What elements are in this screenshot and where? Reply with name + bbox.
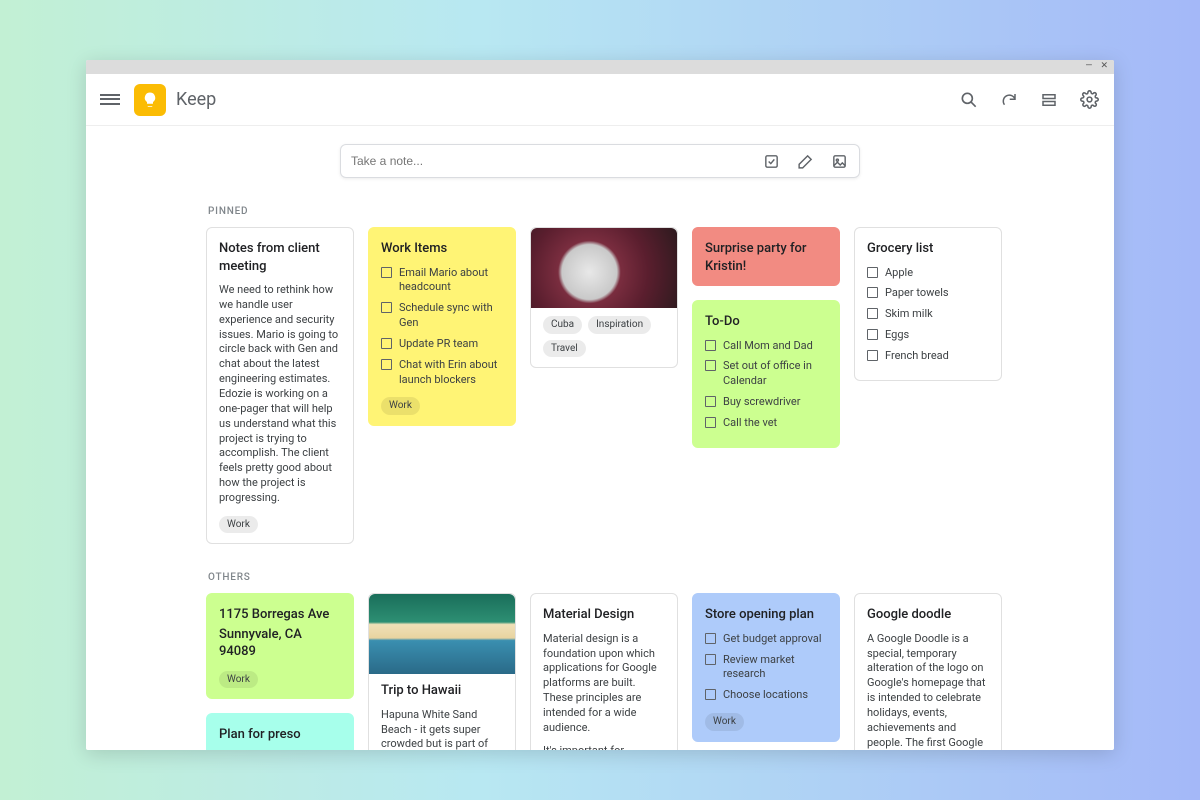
note-title: Trip to Hawaii	[381, 682, 503, 700]
check-item: Call the vet	[723, 416, 777, 431]
note-title: Material Design	[543, 606, 665, 624]
check-item: Email Mario about headcount	[399, 266, 503, 296]
checklist: Apple Paper towels Skim milk Eggs French…	[867, 266, 989, 364]
checklist: Get budget approval Review market resear…	[705, 632, 827, 703]
checkbox-icon[interactable]	[705, 360, 716, 371]
section-pinned-label: PINNED	[208, 206, 994, 217]
note-body: Material design is a foundation upon whi…	[543, 632, 665, 736]
check-item: Paper towels	[885, 286, 949, 301]
new-image-icon[interactable]	[829, 151, 849, 171]
note-grocery[interactable]: Grocery list Apple Paper towels Skim mil…	[854, 227, 1002, 381]
check-item: Review market research	[723, 653, 827, 683]
note-store[interactable]: Store opening plan Get budget approval R…	[692, 593, 840, 741]
search-icon[interactable]	[958, 89, 980, 111]
note-material[interactable]: Material Design Material design is a fou…	[530, 593, 678, 750]
checkbox-icon[interactable]	[381, 267, 392, 278]
note-doodle[interactable]: Google doodle A Google Doodle is a speci…	[854, 593, 1002, 750]
note-body: A Google Doodle is a special, temporary …	[867, 632, 989, 750]
note-surprise[interactable]: Surprise party for Kristin!	[692, 227, 840, 286]
note-car-image[interactable]: Cuba Inspiration Travel	[530, 227, 678, 368]
note-client-meeting[interactable]: Notes from client meeting We need to ret…	[206, 227, 354, 544]
window-minimize-icon[interactable]: —	[1085, 61, 1092, 71]
pinned-grid: Notes from client meeting We need to ret…	[206, 227, 994, 544]
check-item: Choose locations	[723, 688, 808, 703]
checkbox-icon[interactable]	[705, 417, 716, 428]
note-body: Hapuna White Sand Beach - it gets super …	[381, 708, 503, 750]
others-grid: 1175 Borregas Ave Sunnyvale, CA 94089 Wo…	[206, 593, 994, 750]
note-title: Plan for preso	[219, 726, 341, 744]
new-drawing-icon[interactable]	[795, 151, 815, 171]
refresh-icon[interactable]	[998, 89, 1020, 111]
checkbox-icon[interactable]	[867, 267, 878, 278]
checklist: Email Mario about headcount Schedule syn…	[381, 266, 503, 388]
note-title: To-Do	[705, 313, 827, 331]
window-titlebar: — ✕	[86, 60, 1114, 74]
note-work-items[interactable]: Work Items Email Mario about headcount S…	[368, 227, 516, 426]
check-item: Schedule sync with Gen	[399, 301, 503, 331]
checkbox-icon[interactable]	[381, 302, 392, 313]
app-header: Keep	[86, 74, 1114, 126]
checkbox-icon[interactable]	[867, 329, 878, 340]
checkbox-icon[interactable]	[867, 350, 878, 361]
view-toggle-icon[interactable]	[1038, 89, 1060, 111]
take-note-input[interactable]	[351, 154, 747, 168]
checklist: Call Mom and Dad Set out of office in Ca…	[705, 339, 827, 431]
checkbox-icon[interactable]	[381, 359, 392, 370]
checkbox-icon[interactable]	[705, 340, 716, 351]
check-item: Eggs	[885, 328, 909, 343]
check-item: Skim milk	[885, 307, 933, 322]
check-item: French bread	[885, 349, 949, 364]
note-title: Work Items	[381, 240, 503, 258]
note-body: It's important for Google's products to …	[543, 744, 665, 750]
tag-label[interactable]: Work	[705, 713, 744, 731]
check-item: Update PR team	[399, 337, 478, 352]
settings-icon[interactable]	[1078, 89, 1100, 111]
app-window: — ✕ Keep	[86, 60, 1114, 750]
check-item: Call Mom and Dad	[723, 339, 813, 354]
note-title: Sunnyvale, CA 94089	[219, 626, 341, 661]
note-title: Google doodle	[867, 606, 989, 624]
note-image	[531, 228, 677, 308]
checkbox-icon[interactable]	[705, 396, 716, 407]
tag-label[interactable]: Cuba	[543, 316, 582, 334]
tag-label[interactable]: Inspiration	[588, 316, 651, 334]
note-address[interactable]: 1175 Borregas Ave Sunnyvale, CA 94089 Wo…	[206, 593, 354, 699]
note-todo[interactable]: To-Do Call Mom and Dad Set out of office…	[692, 300, 840, 448]
note-title: Notes from client meeting	[219, 240, 341, 275]
tag-label[interactable]: Work	[381, 397, 420, 415]
checkbox-icon[interactable]	[867, 287, 878, 298]
note-title: Grocery list	[867, 240, 989, 258]
content-area: PINNED Notes from client meeting We need…	[86, 126, 1114, 750]
note-title: 1175 Borregas Ave	[219, 606, 341, 624]
menu-icon[interactable]	[100, 90, 120, 110]
checkbox-icon[interactable]	[705, 633, 716, 644]
checkbox-icon[interactable]	[381, 338, 392, 349]
checkbox-icon[interactable]	[705, 654, 716, 665]
check-item: Apple	[885, 266, 913, 281]
check-item: Chat with Erin about launch blockers	[399, 358, 503, 388]
note-body: We need to rethink how we handle user ex…	[219, 283, 341, 506]
check-item: Set out of office in Calendar	[723, 359, 827, 389]
keep-logo-icon	[134, 84, 166, 116]
note-hawaii[interactable]: Trip to Hawaii Hapuna White Sand Beach -…	[368, 593, 516, 750]
note-plan[interactable]: Plan for preso First, we should talk abo…	[206, 713, 354, 750]
check-item: Get budget approval	[723, 632, 822, 647]
section-others-label: OTHERS	[208, 572, 994, 583]
note-image	[369, 594, 515, 674]
checkbox-icon[interactable]	[705, 689, 716, 700]
checkbox-icon[interactable]	[867, 308, 878, 319]
tag-label[interactable]: Work	[219, 516, 258, 534]
note-title: Store opening plan	[705, 606, 827, 624]
new-checklist-icon[interactable]	[761, 151, 781, 171]
window-close-icon[interactable]: ✕	[1100, 61, 1108, 71]
note-title: Surprise party for Kristin!	[705, 240, 827, 275]
tag-label[interactable]: Travel	[543, 340, 586, 358]
check-item: Buy screwdriver	[723, 395, 800, 410]
take-note-bar[interactable]	[340, 144, 860, 178]
tag-label[interactable]: Work	[219, 671, 258, 689]
app-title: Keep	[176, 89, 216, 110]
